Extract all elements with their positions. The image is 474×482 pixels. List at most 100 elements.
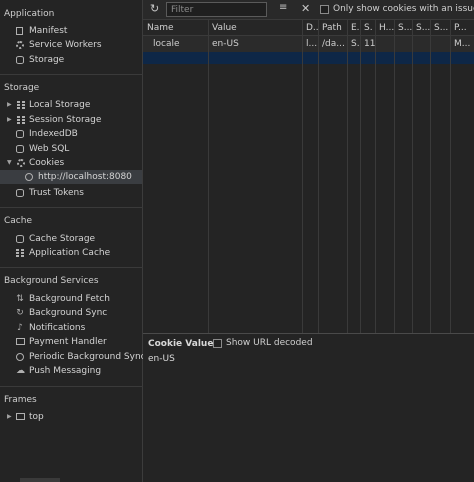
sync-icon: ↻ <box>16 308 24 318</box>
cookie-value-text: en-US <box>148 354 175 364</box>
sidebar-item-session-storage[interactable]: ▶ Session Storage <box>0 113 142 127</box>
sidebar-item-background-fetch[interactable]: ⇅ Background Fetch <box>0 292 142 306</box>
column-divider[interactable] <box>412 20 413 333</box>
sidebar-item-push-messaging[interactable]: ☁ Push Messaging <box>0 364 142 378</box>
sidebar-item-notifications[interactable]: ♪ Notifications <box>0 321 142 335</box>
filter-input[interactable] <box>166 2 267 17</box>
sidebar: Application Manifest Service Workers Sto… <box>0 0 146 482</box>
only-issue-label: Only show cookies with an issue <box>333 4 474 14</box>
sidebar-item-label: Application Cache <box>29 248 111 258</box>
sidebar-item-label: Periodic Background Sync <box>29 352 146 362</box>
sidebar-item-background-sync[interactable]: ↻ Background Sync <box>0 306 142 320</box>
column-header-name[interactable]: Name <box>143 20 208 36</box>
sidebar-item-web-sql[interactable]: Web SQL <box>0 142 142 156</box>
sidebar-item-label: IndexedDB <box>29 129 78 139</box>
column-divider[interactable] <box>360 20 361 333</box>
divider <box>0 386 143 387</box>
cookie-value-panel: Cookie Value Show URL decoded en-US <box>143 334 474 482</box>
column-header-secure[interactable]: S... <box>394 20 412 36</box>
sidebar-item-service-workers[interactable]: Service Workers <box>0 38 142 52</box>
sidebar-item-cookie-origin[interactable]: http://localhost:8080 <box>0 170 142 184</box>
refresh-icon[interactable]: ↻ <box>150 2 159 15</box>
sidebar-item-trust-tokens[interactable]: Trust Tokens <box>0 186 142 200</box>
sidebar-item-application-cache[interactable]: Application Cache <box>0 246 142 260</box>
column-divider[interactable] <box>375 20 376 333</box>
table-cell: S... <box>351 39 360 49</box>
column-header-expires[interactable]: E. <box>347 20 360 36</box>
section-title-storage: Storage <box>4 83 40 93</box>
table-row[interactable]: locale en-US l... /da... S... 11 M... <box>143 36 474 52</box>
sidebar-item-cache-storage[interactable]: Cache Storage <box>0 232 142 246</box>
column-header-path[interactable]: Path <box>318 20 347 36</box>
table-cell <box>430 36 450 52</box>
sidebar-item-label: Local Storage <box>29 100 91 110</box>
column-divider[interactable] <box>450 20 451 333</box>
table-cell: l... <box>306 39 318 49</box>
column-header-httponly[interactable]: H... <box>375 20 394 36</box>
sidebar-item-label: Background Sync <box>29 308 108 318</box>
clock-icon <box>16 353 24 361</box>
column-header-value[interactable]: Value <box>208 20 302 36</box>
divider <box>0 267 143 268</box>
divider <box>0 74 143 75</box>
clear-all-cookies-icon[interactable]: ✕ <box>301 2 310 15</box>
only-issue-checkbox[interactable] <box>320 5 329 14</box>
table-cell: en-US <box>212 39 239 49</box>
sidebar-item-label: Trust Tokens <box>29 188 84 198</box>
chevron-right-icon[interactable]: ▶ <box>7 113 12 127</box>
table-cell: 11 <box>364 39 375 49</box>
sidebar-item-label: Service Workers <box>29 40 102 50</box>
column-header-samesite[interactable]: S... <box>412 20 430 36</box>
card-icon <box>16 338 25 345</box>
sidebar-item-label: Manifest <box>29 26 68 36</box>
clear-filtered-cookies-icon[interactable]: ≡ <box>279 2 287 13</box>
chevron-right-icon[interactable]: ▶ <box>7 410 12 424</box>
sidebar-item-indexeddb[interactable]: IndexedDB <box>0 127 142 141</box>
show-url-decoded-checkbox[interactable] <box>213 339 222 348</box>
sidebar-item-label: Payment Handler <box>29 337 107 347</box>
sidebar-item-frame-top[interactable]: ▶ top <box>0 410 142 424</box>
database-icon <box>16 235 24 243</box>
table-cell: locale <box>153 39 180 49</box>
sidebar-item-cookies[interactable]: ▼ Cookies <box>0 156 142 170</box>
cloud-icon: ☁ <box>16 366 25 376</box>
database-icon <box>16 145 24 153</box>
database-icon <box>16 130 24 138</box>
sidebar-item-local-storage[interactable]: ▶ Local Storage <box>0 98 142 112</box>
column-header-domain[interactable]: D... <box>302 20 318 36</box>
column-header-size[interactable]: S. <box>360 20 375 36</box>
drawer-tab[interactable] <box>20 478 60 482</box>
sidebar-item-label: Web SQL <box>29 144 70 154</box>
sidebar-item-storage[interactable]: Storage <box>0 53 142 67</box>
column-divider[interactable] <box>318 20 319 333</box>
grid-icon <box>17 116 25 124</box>
section-title-frames: Frames <box>4 395 37 405</box>
table-row-selected[interactable] <box>143 52 474 64</box>
arrows-icon: ⇅ <box>16 294 24 304</box>
cookies-toolbar: ↻ ≡ ✕ Only show cookies with an issue <box>143 0 474 20</box>
column-divider[interactable] <box>208 20 209 333</box>
divider <box>0 207 143 208</box>
bell-icon: ♪ <box>17 323 23 333</box>
column-header-sameparty[interactable]: S... <box>430 20 450 36</box>
frame-icon <box>16 413 25 420</box>
column-divider[interactable] <box>430 20 431 333</box>
cookie-icon <box>17 159 25 167</box>
sidebar-item-manifest[interactable]: Manifest <box>0 24 142 38</box>
table-cell <box>394 36 412 52</box>
chevron-right-icon[interactable]: ▶ <box>7 98 12 112</box>
table-header: Name Value D... Path E. S. H... S... S..… <box>143 20 474 36</box>
grid-icon <box>16 249 24 257</box>
sidebar-item-payment-handler[interactable]: Payment Handler <box>0 335 142 349</box>
column-divider[interactable] <box>394 20 395 333</box>
sidebar-item-periodic-background-sync[interactable]: Periodic Background Sync <box>0 350 146 364</box>
database-icon <box>16 189 24 197</box>
column-header-priority[interactable]: P... <box>450 20 474 36</box>
sidebar-item-label: Background Fetch <box>29 294 110 304</box>
grid-icon <box>17 101 25 109</box>
column-divider[interactable] <box>302 20 303 333</box>
column-divider[interactable] <box>347 20 348 333</box>
sidebar-item-label: http://localhost:8080 <box>38 172 132 182</box>
chevron-down-icon[interactable]: ▼ <box>7 156 12 170</box>
sidebar-item-label: Cache Storage <box>29 234 96 244</box>
